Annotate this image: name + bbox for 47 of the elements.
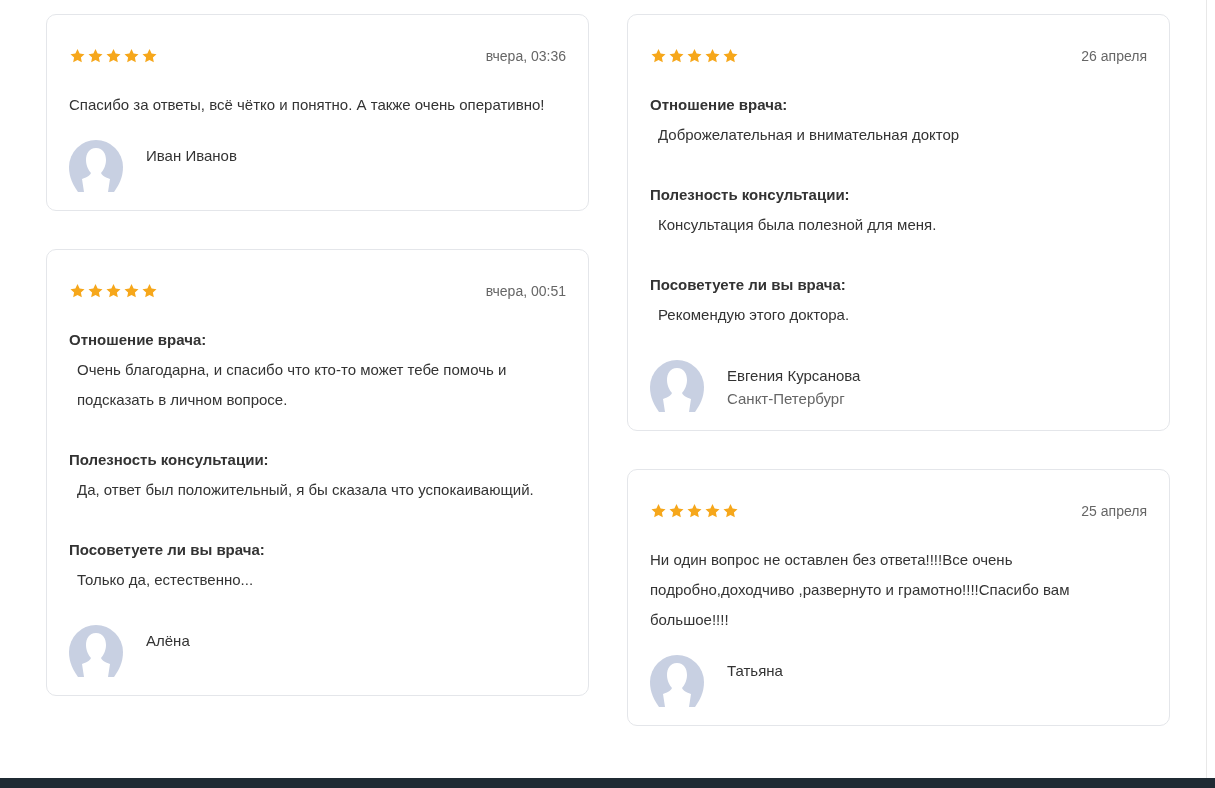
star-icon bbox=[105, 283, 122, 299]
star-icon bbox=[87, 48, 104, 64]
author-city: Санкт-Петербург bbox=[727, 389, 846, 409]
star-icon bbox=[722, 503, 739, 519]
avatar-icon bbox=[69, 625, 123, 677]
author-name: Алёна bbox=[146, 631, 190, 651]
answer-text: Очень благодарна, и спасибо что кто-то может тебе помочь и подсказать в личном вопросе. bbox=[76, 360, 508, 410]
review-text: Спасибо за ответы, всё чётко и понятно. А также очень оперативно! bbox=[69, 95, 546, 115]
review-text: Ни один вопрос не оставлен без ответа!!!!Все очень подробно,доходчиво ,развернуто и грамотно!!!!Спасибо вам большое!!!! bbox=[650, 550, 1071, 630]
question-heading: Отношение врача: bbox=[650, 95, 789, 115]
answer-text: Доброжелательная и внимательная доктор bbox=[657, 125, 961, 145]
avatar-icon bbox=[650, 360, 704, 412]
star-icon bbox=[668, 503, 685, 519]
avatar-icon bbox=[69, 140, 123, 192]
star-icon bbox=[69, 283, 86, 299]
question-heading: Полезность консультации: bbox=[650, 185, 851, 205]
star-icon bbox=[69, 48, 86, 64]
star-icon bbox=[650, 48, 667, 64]
review-date: вчера, 03:36 bbox=[485, 48, 566, 64]
review-date: вчера, 00:51 bbox=[485, 283, 566, 299]
star-icon bbox=[704, 503, 721, 519]
avatar-icon bbox=[650, 655, 704, 707]
answer-text: Консультация была полезной для меня. bbox=[657, 215, 938, 235]
star-icon bbox=[123, 48, 140, 64]
star-icon bbox=[686, 48, 703, 64]
star-icon bbox=[141, 48, 158, 64]
star-icon bbox=[87, 283, 104, 299]
star-icon bbox=[650, 503, 667, 519]
question-heading: Посоветуете ли вы врача: bbox=[69, 540, 266, 560]
author-name: Иван Иванов bbox=[146, 146, 237, 166]
star-icon bbox=[686, 503, 703, 519]
question-heading: Посоветуете ли вы врача: bbox=[650, 275, 847, 295]
star-icon bbox=[722, 48, 739, 64]
answer-text: Рекомендую этого доктора. bbox=[657, 305, 851, 325]
answer-text: Да, ответ был положительный, я бы сказала что успокаивающий. bbox=[76, 480, 535, 500]
star-icon bbox=[105, 48, 122, 64]
author-name: Татьяна bbox=[727, 661, 783, 681]
star-icon bbox=[704, 48, 721, 64]
question-heading: Отношение врача: bbox=[69, 330, 208, 350]
star-icon bbox=[123, 283, 140, 299]
answer-text: Только да, естественно... bbox=[76, 570, 255, 590]
question-heading: Полезность консультации: bbox=[69, 450, 270, 470]
author-name: Евгения Курсанова bbox=[727, 366, 861, 386]
review-date: 26 апреля bbox=[1081, 48, 1147, 64]
review-date: 25 апреля bbox=[1081, 503, 1147, 519]
star-icon bbox=[668, 48, 685, 64]
star-icon bbox=[141, 283, 158, 299]
